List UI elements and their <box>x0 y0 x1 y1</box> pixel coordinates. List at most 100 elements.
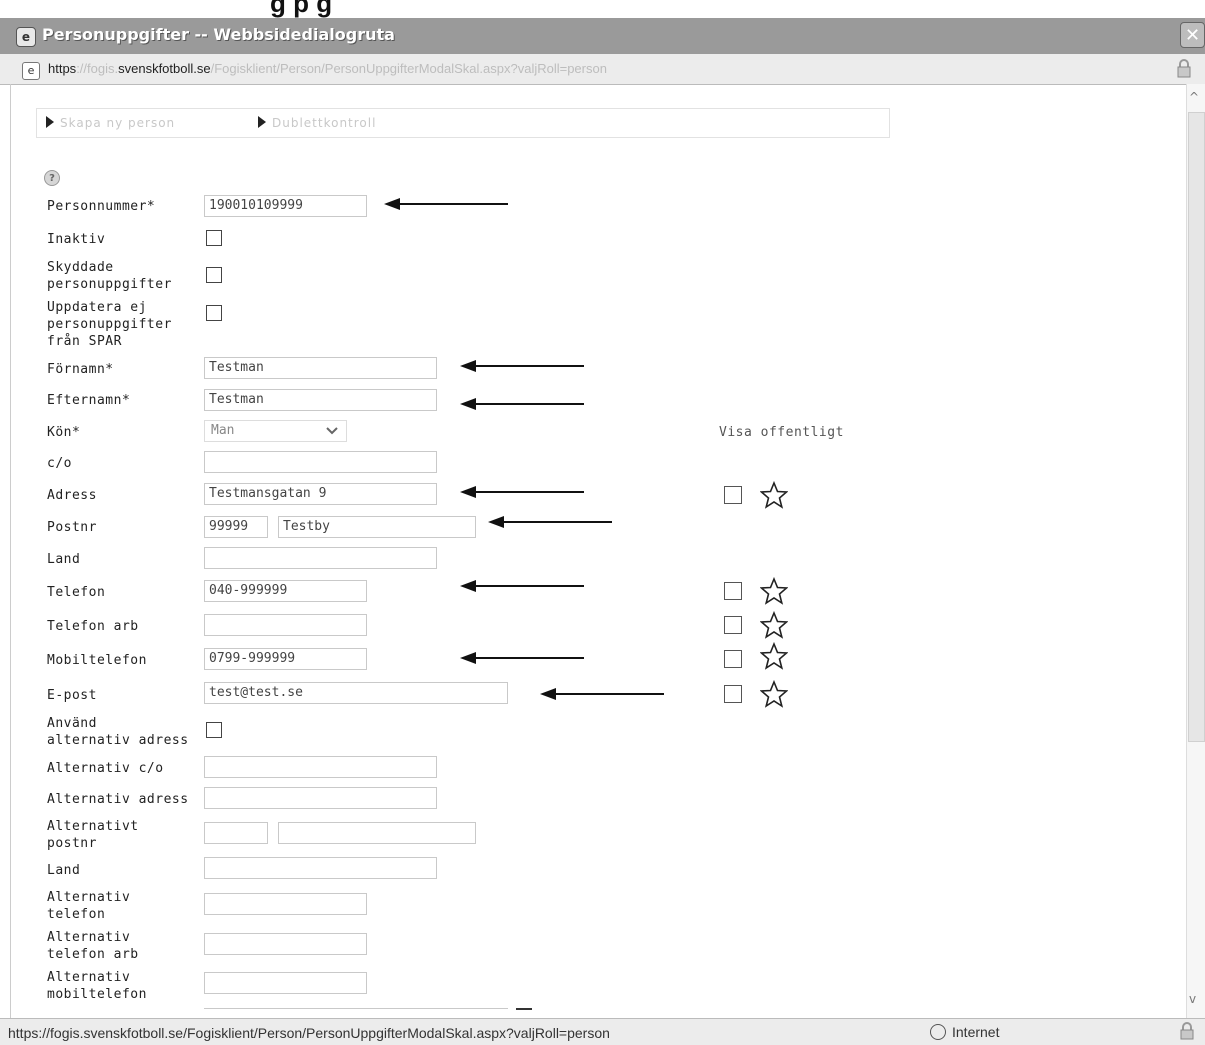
arrow-left-icon <box>488 516 612 528</box>
visa-mobil-checkbox[interactable] <box>724 650 742 668</box>
altpostnr-input[interactable] <box>204 822 268 844</box>
altmobil-input[interactable] <box>204 972 367 994</box>
anvand-label-line2: alternativ adress <box>47 733 189 748</box>
triangle-right-icon <box>258 116 266 128</box>
cutoff-heading: g p g <box>270 0 333 18</box>
personnummer-input[interactable]: 190010109999 <box>204 195 367 217</box>
lock-icon <box>1177 59 1191 78</box>
url-sep: :// <box>76 61 88 76</box>
altadress-input[interactable] <box>204 787 437 809</box>
alttelarb-label-line1: Alternativ <box>47 930 131 945</box>
kon-select-value: Man <box>211 423 235 438</box>
help-icon[interactable]: ? <box>44 170 60 186</box>
url-scheme: https <box>48 61 77 76</box>
altco-input[interactable] <box>204 756 437 778</box>
uppdatera-label-line1: Uppdatera ej <box>47 300 147 315</box>
scrollbar-thumb[interactable] <box>1188 112 1205 742</box>
telefonarb-input[interactable] <box>204 614 367 636</box>
arrow-left-icon <box>540 688 664 700</box>
altmobil-label-line1: Alternativ <box>47 970 131 985</box>
altmobil-label-line2: mobiltelefon <box>47 987 147 1002</box>
status-url: https://fogis.svenskfotboll.se/Fogisklie… <box>8 1025 610 1041</box>
telefon-input[interactable]: 040-999999 <box>204 580 367 602</box>
next-input-partial[interactable] <box>204 1008 508 1013</box>
arrow-left-icon <box>460 360 584 372</box>
altort-input[interactable] <box>278 822 476 844</box>
altland-input[interactable] <box>204 857 437 879</box>
star-icon[interactable] <box>760 680 788 708</box>
visa-telefonarb-checkbox[interactable] <box>724 616 742 634</box>
scroll-down-icon[interactable]: v <box>1189 992 1196 1006</box>
epost-input[interactable]: test@test.se <box>204 682 508 704</box>
visa-telefon-checkbox[interactable] <box>724 582 742 600</box>
arrow-left-icon <box>460 398 584 410</box>
inaktiv-checkbox[interactable] <box>206 230 222 246</box>
telefonarb-label: Telefon arb <box>47 619 139 634</box>
arrow-left-icon <box>460 652 584 664</box>
address-url[interactable]: https://fogis.svenskfotboll.se/Fogisklie… <box>48 61 607 76</box>
personnummer-label: Personnummer* <box>47 199 156 214</box>
alttelarb-label-line2: telefon arb <box>47 947 139 962</box>
url-domain: svenskfotboll.se <box>118 61 211 76</box>
mobil-input[interactable]: 0799-999999 <box>204 648 367 670</box>
scroll-up-icon[interactable]: ^ <box>1189 90 1199 104</box>
anvand-label-line1: Använd <box>47 716 97 731</box>
create-person-link[interactable]: Skapa ny person <box>46 116 175 130</box>
star-icon[interactable] <box>760 611 788 639</box>
altland-label: Land <box>47 863 81 878</box>
co-input[interactable] <box>204 451 437 473</box>
visa-adress-checkbox[interactable] <box>724 486 742 504</box>
url-sub: fogis. <box>87 61 119 76</box>
star-icon[interactable] <box>760 481 788 509</box>
altco-label: Alternativ c/o <box>47 761 164 776</box>
altadress-label: Alternativ adress <box>47 792 189 807</box>
fornamn-input[interactable]: Testman <box>204 357 437 379</box>
visa-offentligt-label: Visa offentligt <box>719 425 844 440</box>
ie-page-icon: e <box>16 27 36 47</box>
adress-label: Adress <box>47 488 97 503</box>
efternamn-label: Efternamn* <box>47 393 131 408</box>
url-path: /Fogisklient/Person/PersonUppgifterModal… <box>210 61 607 76</box>
inaktiv-label: Inaktiv <box>47 232 106 247</box>
kon-select[interactable]: Man <box>204 420 347 442</box>
window-title: Personuppgifter -- Webbsidedialogruta <box>42 25 395 44</box>
ie-page-icon: e <box>22 62 40 80</box>
skyddade-checkbox[interactable] <box>206 267 222 283</box>
altpostnr-label-line1: Alternativt <box>47 819 139 834</box>
uppdatera-checkbox[interactable] <box>206 305 222 321</box>
ort-input[interactable]: Testby <box>278 516 476 538</box>
skyddade-label-line2: personuppgifter <box>47 277 172 292</box>
anvand-checkbox[interactable] <box>206 722 222 738</box>
content-frame <box>10 84 1183 1018</box>
duplicate-check-label: Dublettkontroll <box>272 116 377 130</box>
duplicate-check-link[interactable]: Dublettkontroll <box>258 116 376 130</box>
create-person-label: Skapa ny person <box>60 116 176 130</box>
postnr-label: Postnr <box>47 520 97 535</box>
altpostnr-label-line2: postnr <box>47 836 97 851</box>
telefon-label: Telefon <box>47 585 106 600</box>
postnr-input[interactable]: 99999 <box>204 516 268 538</box>
security-zone: Internet <box>952 1024 1000 1040</box>
adress-input[interactable]: Testmansgatan 9 <box>204 483 437 505</box>
next-input-marker <box>516 1008 532 1010</box>
alttel-input[interactable] <box>204 893 367 915</box>
globe-icon <box>930 1024 946 1040</box>
arrow-left-icon <box>460 486 584 498</box>
efternamn-input[interactable]: Testman <box>204 389 437 411</box>
alttel-label-line1: Alternativ <box>47 890 131 905</box>
star-icon[interactable] <box>760 642 788 670</box>
alttelarb-input[interactable] <box>204 933 367 955</box>
visa-epost-checkbox[interactable] <box>724 685 742 703</box>
epost-label: E-post <box>47 688 97 703</box>
alttel-label-line2: telefon <box>47 907 106 922</box>
star-icon[interactable] <box>760 577 788 605</box>
triangle-right-icon <box>46 116 54 128</box>
fornamn-label: Förnamn* <box>47 362 114 377</box>
chevron-down-icon <box>326 427 338 435</box>
arrow-left-icon <box>460 580 584 592</box>
uppdatera-label-line3: från SPAR <box>47 334 122 349</box>
lock-icon <box>1180 1022 1194 1040</box>
uppdatera-label-line2: personuppgifter <box>47 317 172 332</box>
close-button[interactable]: ✕ <box>1180 22 1205 48</box>
land-input[interactable] <box>204 547 437 569</box>
